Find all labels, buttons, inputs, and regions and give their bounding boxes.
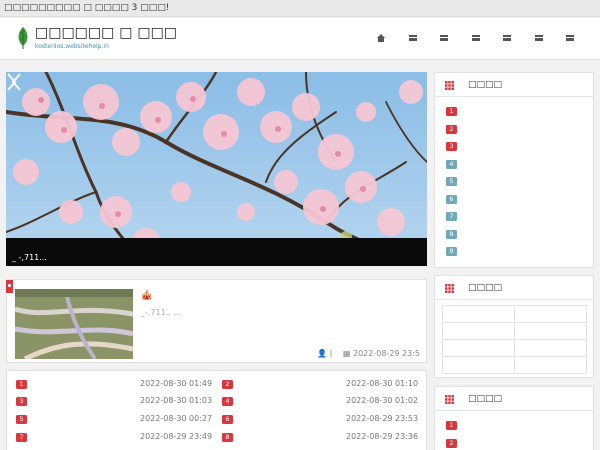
sidebar-box-title: □□□□ <box>468 283 503 293</box>
rank-badge[interactable]: 4 <box>446 160 457 169</box>
main-nav <box>366 32 587 44</box>
sidebar-tag-box: □□□□ <box>434 275 594 378</box>
nav-item-6[interactable] <box>555 32 587 44</box>
list-date: 2022-08-29 23:53 <box>346 414 419 423</box>
menu-glyph-icon <box>440 35 449 41</box>
article-date: 2022-08-29 23:5 <box>353 349 420 358</box>
list-date: 2022-08-30 00:27 <box>140 414 213 423</box>
leaf-logo-icon[interactable] <box>16 26 30 50</box>
rank-badge: 6 <box>222 415 233 424</box>
sidebar-ranking-box: □□□□ 1 2 3 4 5 6 7 8 9 <box>434 72 594 268</box>
list-item[interactable]: 2 2022-08-30 01:10 <box>222 379 422 393</box>
rank-badge[interactable]: 1 <box>446 421 457 430</box>
author-icon: 👤 | <box>317 349 333 358</box>
rank-badge: 5 <box>16 415 27 424</box>
article-title-icon[interactable]: 🎪 <box>141 291 152 301</box>
rank-badge: 1 <box>16 380 27 389</box>
site-domain: kostenlos.websitehelp.in <box>35 43 109 50</box>
list-item[interactable]: 4 2022-08-30 01:02 <box>222 396 422 410</box>
list-item[interactable]: 7 2022-08-29 23:49 <box>16 432 216 446</box>
nav-item-5[interactable] <box>523 32 555 44</box>
tag-cell[interactable] <box>514 356 587 374</box>
grid-icon <box>445 284 454 293</box>
tag-cell[interactable] <box>514 305 587 323</box>
list-item[interactable]: 6 2022-08-29 23:53 <box>222 414 422 428</box>
sidebar-box-title: □□□□ <box>468 80 503 90</box>
list-date: 2022-08-30 01:02 <box>346 396 419 405</box>
rank-badge[interactable]: 9 <box>446 247 457 256</box>
nav-item-3[interactable] <box>460 32 492 44</box>
list-item[interactable]: 5 2022-08-30 00:27 <box>16 414 216 428</box>
slider-caption[interactable]: _ -,711... <box>12 253 47 262</box>
rank-badge[interactable]: 2 <box>446 439 457 448</box>
top-notice-bar: □□□□□□□□□ □ □□□□ 3 □□□! <box>0 0 600 17</box>
slider-caption-bar: _ -,711... <box>6 238 427 266</box>
sidebar-box-header: □□□□ <box>435 276 593 300</box>
article-list: 1 2022-08-30 01:49 2 2022-08-30 01:10 3 … <box>6 370 427 450</box>
hero-slider[interactable]: _ -,711... <box>6 72 427 266</box>
list-item[interactable]: 1 2022-08-30 01:49 <box>16 379 216 393</box>
nav-item-1[interactable] <box>397 32 429 44</box>
rank-badge[interactable]: 5 <box>446 177 457 186</box>
home-icon <box>376 34 386 42</box>
slider-next-icon[interactable] <box>6 72 18 92</box>
sidebar-box-header: □□□□ <box>435 387 593 411</box>
tag-cell[interactable] <box>514 322 587 340</box>
list-date: 2022-08-29 23:36 <box>346 432 419 441</box>
article-thumbnail[interactable] <box>15 289 133 359</box>
nav-home[interactable] <box>366 32 398 44</box>
list-item[interactable]: 8 2022-08-29 23:36 <box>222 432 422 446</box>
sidebar-ranking-box-2: □□□□ 1 2 <box>434 386 594 450</box>
menu-glyph-icon <box>534 35 543 41</box>
thumbnail-image <box>15 289 133 359</box>
rank-badge: 8 <box>222 433 233 442</box>
sidebar-box-title: □□□□ <box>468 394 503 404</box>
menu-glyph-icon <box>503 35 512 41</box>
menu-glyph-icon <box>471 35 480 41</box>
list-date: 2022-08-30 01:03 <box>140 396 213 405</box>
rank-badge[interactable]: 8 <box>446 230 457 239</box>
nav-item-4[interactable] <box>492 32 524 44</box>
tag-cell[interactable] <box>442 339 515 357</box>
list-date: 2022-08-30 01:10 <box>346 379 419 388</box>
site-header: □□□□□□ □ □□□ kostenlos.websitehelp.in <box>0 18 600 60</box>
rank-badge: 2 <box>222 380 233 389</box>
grid-icon <box>445 395 454 404</box>
grid-icon <box>445 81 454 90</box>
tag-grid <box>442 305 587 374</box>
rank-badge: 7 <box>16 433 27 442</box>
site-title[interactable]: □□□□□□ □ □□□ <box>35 25 177 41</box>
menu-glyph-icon <box>408 35 417 41</box>
top-notice-text: □□□□□□□□□ □ □□□□ 3 □□□! <box>4 3 170 13</box>
rank-badge[interactable]: 1 <box>446 107 457 116</box>
menu-glyph-icon <box>566 35 575 41</box>
rank-badge: 3 <box>16 397 27 406</box>
rank-badge[interactable]: 3 <box>446 142 457 151</box>
list-date: 2022-08-29 23:49 <box>140 432 213 441</box>
sidebar-box-header: □□□□ <box>435 73 593 97</box>
tag-cell[interactable] <box>514 339 587 357</box>
list-date: 2022-08-30 01:49 <box>140 379 213 388</box>
list-item[interactable]: 3 2022-08-30 01:03 <box>16 396 216 410</box>
tag-cell[interactable] <box>442 305 515 323</box>
rank-badge[interactable]: 2 <box>446 125 457 134</box>
article-meta: 👤 | ▦ 2022-08-29 23:5 <box>317 349 420 358</box>
rank-badge: 4 <box>222 397 233 406</box>
cherry-blossom-image <box>6 72 427 266</box>
tag-cell[interactable] <box>442 356 515 374</box>
featured-article: 🎪 _-,711.. ... 👤 | ▦ 2022-08-29 23:5 <box>6 279 427 363</box>
rank-badge[interactable]: 7 <box>446 212 457 221</box>
tag-cell[interactable] <box>442 322 515 340</box>
bookmark-ribbon-icon <box>6 280 13 293</box>
rank-badge[interactable]: 6 <box>446 195 457 204</box>
nav-item-2[interactable] <box>429 32 461 44</box>
calendar-icon: ▦ <box>342 349 351 358</box>
article-excerpt: _-,711.. ... <box>141 308 181 317</box>
